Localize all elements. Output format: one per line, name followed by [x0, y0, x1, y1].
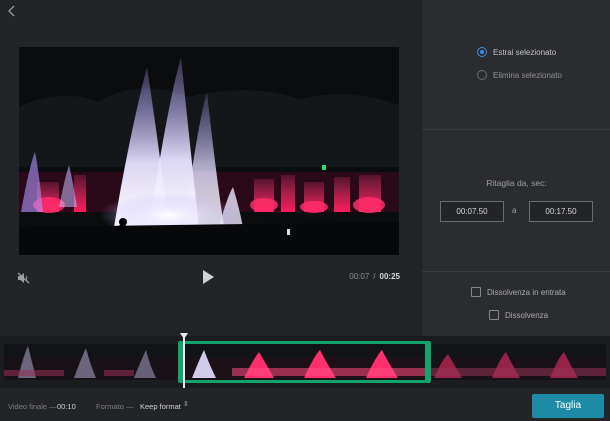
time-separator: /	[373, 272, 376, 281]
panel-divider	[422, 129, 610, 130]
back-button[interactable]	[5, 4, 19, 18]
radio-extract-selected[interactable]: Estrai selezionato	[477, 47, 556, 57]
speaker-muted-icon	[17, 272, 30, 284]
panel-divider	[422, 271, 610, 272]
fade-in-option[interactable]: Dissolvenza in entrata	[471, 287, 566, 297]
trim-label: Ritaglia da, sec:	[486, 178, 547, 188]
selection-range-handles[interactable]	[178, 341, 431, 383]
final-video-duration: 00:10	[57, 402, 76, 411]
trim-to-label: a	[512, 206, 517, 215]
fade-out-checkbox[interactable]	[489, 310, 499, 320]
player-controls: 00:07/00:25	[0, 262, 421, 292]
timeline[interactable]	[0, 333, 610, 388]
fountain-video-image	[19, 47, 399, 255]
playhead[interactable]	[180, 333, 188, 388]
timecode: 00:07/00:25	[349, 272, 400, 281]
chevron-left-icon	[8, 5, 15, 17]
mute-button[interactable]	[17, 271, 30, 284]
fade-in-checkbox[interactable]	[471, 287, 481, 297]
fade-out-option[interactable]: Dissolvenza	[489, 310, 548, 320]
radio-delete-selected[interactable]: Elimina selezionato	[477, 70, 562, 80]
final-video-label: Video finale —	[8, 402, 57, 411]
radio-button-unchecked[interactable]	[477, 70, 487, 80]
trim-end-input[interactable]: 00:17.50	[529, 201, 593, 222]
trim-start-input[interactable]: 00:07.50	[440, 201, 504, 222]
timeline-dim-right	[430, 344, 606, 380]
video-preview-area: 00:07/00:25	[0, 0, 421, 336]
play-button[interactable]	[201, 269, 215, 285]
video-frame[interactable]	[19, 47, 399, 255]
format-select-caret-icon[interactable]: ⇕	[183, 400, 189, 408]
bottom-bar: Video finale — 00:10 Formato — Keep form…	[0, 388, 610, 421]
radio-delete-label: Elimina selezionato	[493, 70, 562, 80]
fade-in-label: Dissolvenza in entrata	[487, 287, 566, 297]
radio-button-checked[interactable]	[477, 47, 487, 57]
format-label: Formato —	[96, 402, 134, 411]
timeline-dim-left	[4, 344, 180, 380]
radio-extract-label: Estrai selezionato	[493, 47, 557, 57]
fade-out-label: Dissolvenza	[505, 310, 549, 320]
play-icon	[203, 270, 214, 284]
format-select[interactable]: Keep format	[140, 402, 181, 411]
current-time: 00:07	[349, 272, 370, 281]
total-time: 00:25	[379, 272, 400, 281]
cut-button[interactable]: Taglia	[532, 394, 604, 418]
settings-panel: Estrai selezionato Elimina selezionato R…	[421, 0, 610, 336]
